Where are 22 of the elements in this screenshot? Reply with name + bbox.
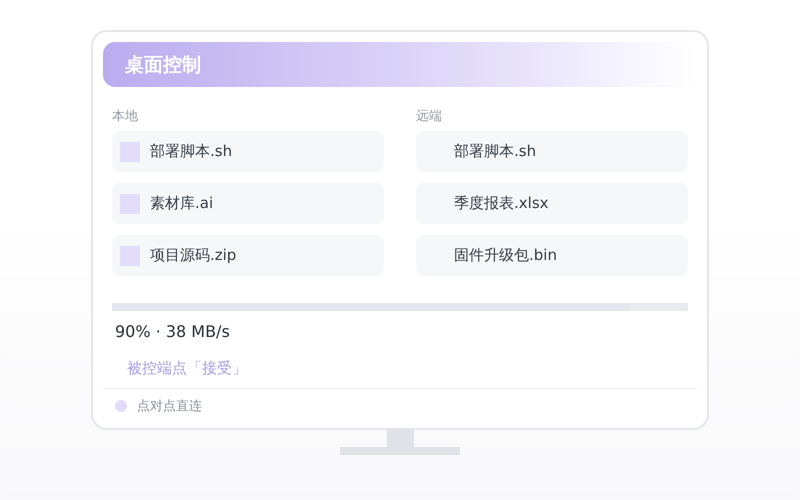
file-name: 部署脚本.sh	[150, 142, 232, 161]
file-name: 固件升级包.bin	[454, 246, 557, 265]
file-item[interactable]: 素材库.ai	[112, 183, 384, 224]
file-item[interactable]: 固件升级包.bin	[416, 235, 688, 276]
header-title: 桌面控制	[125, 52, 201, 78]
file-icon	[120, 246, 140, 266]
prompt-text: 被控端点「接受」	[127, 359, 248, 378]
file-icon	[120, 142, 140, 162]
file-item[interactable]: 部署脚本.sh	[416, 131, 688, 172]
file-icon	[120, 194, 140, 214]
pane-label: 本地	[112, 108, 139, 123]
file-item[interactable]: 季度报表.xlsx	[416, 183, 688, 224]
file-item[interactable]: 项目源码.zip	[112, 235, 384, 276]
file-name: 项目源码.zip	[150, 246, 236, 265]
pane-label: 远端	[416, 108, 443, 123]
connection-status: 点对点直连	[137, 398, 202, 415]
status-dot	[115, 400, 127, 412]
file-item[interactable]: 部署脚本.sh	[112, 131, 384, 172]
file-name: 季度报表.xlsx	[454, 194, 549, 213]
progress-reading: 90% · 38 MB/s	[115, 322, 231, 341]
file-name: 部署脚本.sh	[454, 142, 536, 161]
file-name: 素材库.ai	[150, 194, 214, 213]
